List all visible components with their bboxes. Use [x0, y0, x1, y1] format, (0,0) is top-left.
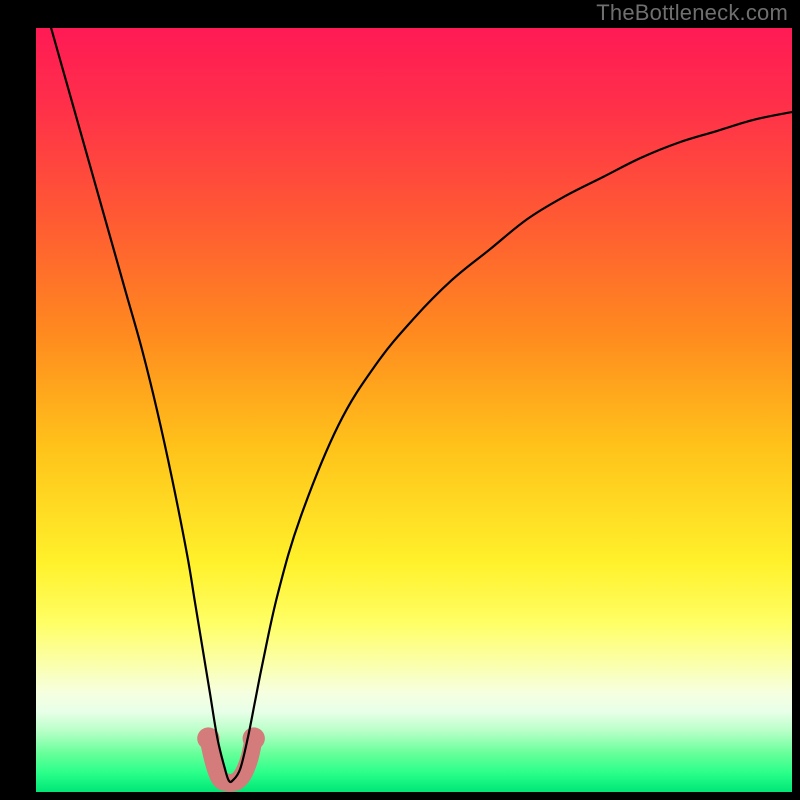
chart-frame: TheBottleneck.com — [0, 0, 800, 800]
chart-svg — [36, 28, 792, 792]
plot-area — [36, 28, 792, 792]
watermark-text: TheBottleneck.com — [596, 0, 788, 26]
